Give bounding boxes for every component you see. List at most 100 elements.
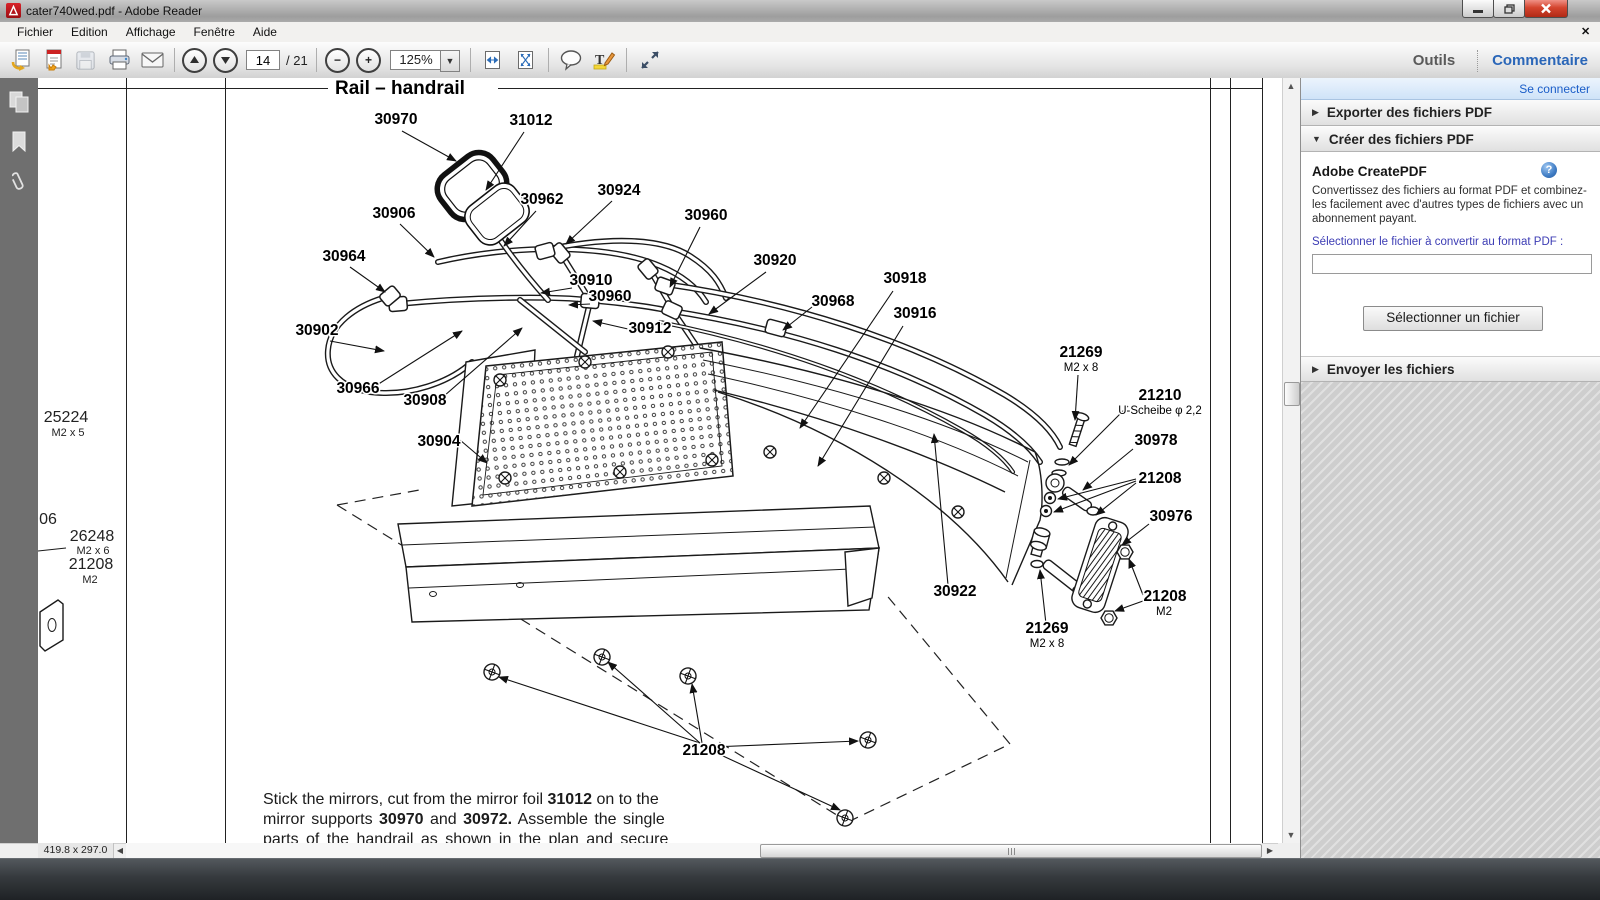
document-canvas[interactable]: Rail – handrail 309703101230962309243090… bbox=[38, 78, 1282, 843]
part-label: 21208 bbox=[1138, 470, 1181, 487]
close-button[interactable] bbox=[1524, 0, 1568, 18]
part-label: 06 bbox=[39, 511, 57, 528]
part-label: 30912 bbox=[628, 320, 671, 337]
tab-commentaire[interactable]: Commentaire bbox=[1484, 52, 1596, 69]
bookmarks-icon[interactable] bbox=[7, 130, 31, 154]
file-path-input[interactable] bbox=[1312, 254, 1592, 274]
tab-outils[interactable]: Outils bbox=[1398, 52, 1470, 69]
part-label: 30916 bbox=[893, 305, 936, 322]
menu-affichage[interactable]: Affichage bbox=[117, 23, 185, 41]
part-label: 30924 bbox=[597, 182, 640, 199]
part-label: M2 x 8 bbox=[1030, 638, 1065, 650]
chevron-right-icon: ▶ bbox=[1312, 364, 1319, 375]
maximize-button[interactable] bbox=[1493, 0, 1525, 18]
part-label: 30962 bbox=[520, 191, 563, 208]
sign-in-bar: Se connecter bbox=[1301, 78, 1600, 100]
body-text-line: parts of the handrail as shown in the pl… bbox=[263, 830, 708, 843]
sign-in-link[interactable]: Se connecter bbox=[1519, 82, 1590, 96]
step-pad-assembly bbox=[1028, 411, 1133, 625]
print-button[interactable] bbox=[106, 47, 133, 73]
part-label: 21208 bbox=[1143, 588, 1186, 605]
part-label: U-Scheibe φ 2,2 bbox=[1118, 405, 1202, 417]
part-label: 21208 bbox=[69, 556, 114, 573]
part-label: 30966 bbox=[336, 380, 379, 397]
zoom-level-value[interactable]: 125% bbox=[390, 50, 442, 70]
window-title: cater740wed.pdf - Adobe Reader bbox=[26, 4, 202, 18]
handrail-diagram: Rail – handrail 309703101230962309243090… bbox=[38, 78, 1282, 843]
minimize-button[interactable] bbox=[1462, 0, 1494, 18]
hex-nut bbox=[1117, 545, 1133, 559]
part-label: 21269 bbox=[1059, 344, 1102, 361]
create-pdf-button[interactable] bbox=[40, 47, 67, 73]
page-number-input[interactable] bbox=[246, 50, 280, 70]
highlight-text-button[interactable]: T bbox=[590, 47, 617, 73]
next-page-button[interactable] bbox=[212, 47, 239, 73]
navigation-pane bbox=[0, 78, 39, 858]
part-label: M2 x 8 bbox=[1064, 362, 1099, 374]
horizontal-scrollbar[interactable] bbox=[126, 843, 1262, 858]
page-title: Rail – handrail bbox=[335, 78, 465, 99]
leader-lines bbox=[330, 131, 1149, 810]
panel-empty-area bbox=[1301, 382, 1600, 858]
sticky-note-button[interactable] bbox=[557, 47, 584, 73]
part-label: 30964 bbox=[322, 248, 365, 265]
horizontal-scroll-thumb[interactable] bbox=[760, 844, 1262, 858]
select-file-label: Sélectionner le fichier à convertir au f… bbox=[1312, 236, 1563, 248]
previous-page-button[interactable] bbox=[181, 47, 208, 73]
chevron-down-icon: ▼ bbox=[1312, 134, 1321, 144]
part-label: 30960 bbox=[684, 207, 727, 224]
part-label: 30918 bbox=[883, 270, 926, 287]
section-send-files[interactable]: ▶ Envoyer les fichiers bbox=[1301, 356, 1600, 382]
menu-edition[interactable]: Edition bbox=[62, 23, 117, 41]
body-text-line: mirror supports 30970 and 30972. Assembl… bbox=[263, 810, 708, 830]
menu-fenetre[interactable]: Fenêtre bbox=[185, 23, 244, 41]
fit-page-button[interactable] bbox=[512, 47, 539, 73]
scroll-left-icon[interactable]: ◀ bbox=[114, 843, 126, 858]
part-label: M2 bbox=[82, 574, 97, 586]
attachments-icon[interactable] bbox=[7, 170, 31, 194]
part-label: 30910 bbox=[569, 272, 612, 289]
part-label: 30908 bbox=[403, 392, 446, 409]
section-export-pdf[interactable]: ▶ Exporter des fichiers PDF bbox=[1301, 100, 1600, 126]
fullscreen-button[interactable] bbox=[636, 47, 663, 73]
scroll-right-icon[interactable]: ▶ bbox=[1262, 843, 1278, 858]
menu-aide[interactable]: Aide bbox=[244, 23, 286, 41]
perforated-plate bbox=[452, 342, 733, 506]
select-file-button[interactable]: Sélectionner un fichier bbox=[1363, 306, 1543, 331]
email-button[interactable] bbox=[139, 47, 166, 73]
part-label: M2 x 5 bbox=[51, 427, 84, 439]
zoom-dropdown-arrow[interactable]: ▼ bbox=[440, 50, 460, 72]
page-thumbnails-icon[interactable] bbox=[7, 90, 31, 114]
part-label: 30902 bbox=[295, 322, 338, 339]
help-icon[interactable]: ? bbox=[1541, 162, 1557, 178]
scroll-down-icon[interactable]: ▼ bbox=[1283, 827, 1299, 843]
pdf-app-icon bbox=[6, 3, 21, 18]
menubar-close-icon[interactable]: ✕ bbox=[1581, 25, 1590, 38]
part-label: 30976 bbox=[1149, 508, 1192, 525]
vertical-scrollbar[interactable] bbox=[1282, 78, 1300, 843]
section-create-pdf[interactable]: ▼ Créer des fichiers PDF bbox=[1301, 126, 1600, 152]
fit-width-button[interactable] bbox=[479, 47, 506, 73]
part-label: 30968 bbox=[811, 293, 854, 310]
open-file-button[interactable] bbox=[8, 47, 35, 73]
part-label: 30970 bbox=[374, 111, 417, 128]
page-count-label: / 21 bbox=[286, 53, 308, 68]
scroll-up-icon[interactable]: ▲ bbox=[1283, 78, 1299, 94]
scrollbar-corner bbox=[1278, 843, 1300, 858]
title-bar: cater740wed.pdf - Adobe Reader bbox=[0, 0, 1600, 23]
part-label: 30906 bbox=[372, 205, 415, 222]
page-size-label: 419.8 x 297.0 mm bbox=[38, 843, 114, 858]
chevron-right-icon: ▶ bbox=[1312, 107, 1319, 118]
createpdf-title: Adobe CreatePDF bbox=[1312, 164, 1427, 179]
tools-panel: Se connecter ▶ Exporter des fichiers PDF… bbox=[1300, 78, 1600, 858]
taskbar: hp FR 22:45 10/12/2013 bbox=[0, 858, 1600, 900]
part-label: 21210 bbox=[1138, 387, 1181, 404]
zoom-out-button[interactable]: − bbox=[324, 47, 351, 73]
part-label: 30920 bbox=[753, 252, 796, 269]
part-label: 30904 bbox=[417, 433, 460, 450]
zoom-in-button[interactable]: + bbox=[355, 47, 382, 73]
part-label: 21269 bbox=[1025, 620, 1068, 637]
createpdf-description: Convertissez des fichiers au format PDF … bbox=[1312, 184, 1594, 226]
vertical-scroll-thumb[interactable] bbox=[1284, 382, 1300, 406]
menu-fichier[interactable]: Fichier bbox=[8, 23, 62, 41]
